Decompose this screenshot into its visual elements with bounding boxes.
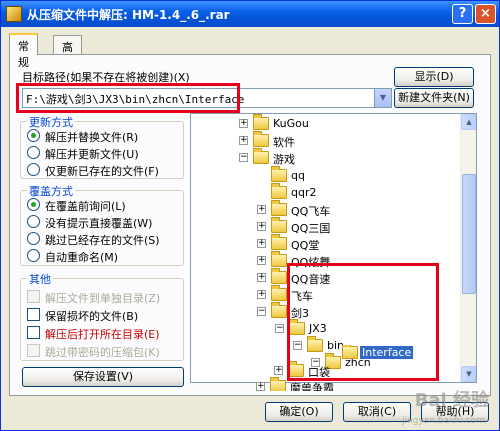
folder-icon (271, 285, 287, 301)
extract-dialog: 从压缩文件中解压: HM-1.4_.6_.rar ? × 常规 高级 目标路径(… (0, 0, 500, 431)
destination-label: 目标路径(如果不存在将被创建)(X) (22, 71, 190, 84)
misc-group: 其他 解压文件到单独目录(Z) 保留损坏的文件(B) 解压后打开所在目录(E) … (20, 271, 184, 361)
scroll-down-icon[interactable]: ▼ (461, 366, 476, 382)
folder-tree-content: + KuGou + 软件 − 游戏 qq qqr2 + QQ飞车 + QQ三国 + QQ堂 … (239, 114, 371, 369)
misc-title: 其他 (27, 271, 53, 287)
radio-icon[interactable] (27, 129, 40, 142)
folder-icon (271, 251, 287, 267)
folder-icon (271, 200, 287, 216)
close-button[interactable]: × (475, 4, 496, 24)
checkbox-icon[interactable] (27, 308, 40, 321)
folder-icon (271, 183, 287, 199)
folder-icon (288, 361, 304, 377)
folder-icon (253, 131, 269, 147)
folder-icon (271, 268, 287, 284)
folder-icon (289, 319, 305, 335)
new-folder-button[interactable]: 新建文件夹(N) (394, 88, 474, 108)
checkbox-icon[interactable] (27, 326, 40, 339)
update-mode-group: 更新方式 解压并替换文件(R) 解压并更新文件(U) 仅更新已存在的文件(F) (20, 114, 184, 179)
folder-icon (271, 166, 287, 182)
folder-icon (271, 302, 287, 318)
folder-icon (253, 148, 269, 164)
update-mode-title: 更新方式 (27, 114, 75, 130)
help-title-button[interactable]: ? (452, 4, 473, 24)
radio-icon[interactable] (27, 215, 40, 228)
radio-icon[interactable] (27, 198, 40, 211)
title-bar[interactable]: 从压缩文件中解压: HM-1.4_.6_.rar ? × (1, 1, 499, 27)
folder-icon (253, 114, 269, 130)
scroll-up-icon[interactable]: ▲ (461, 114, 476, 130)
radio-icon[interactable] (27, 146, 40, 159)
watermark-logo: Bai 经验 (414, 390, 489, 411)
ok-button[interactable]: 确定(O) (265, 402, 333, 422)
destination-path-combobox[interactable]: F:\游戏\剑3\JX3\bin\zhcn\Interface ▼ (22, 88, 392, 108)
tree-vertical-scrollbar[interactable]: ▲ ▼ (460, 114, 476, 382)
folder-icon (271, 234, 287, 250)
folder-tree[interactable]: + KuGou + 软件 − 游戏 qq qqr2 + QQ飞车 + QQ三国 + QQ堂 … (190, 113, 477, 383)
overwrite-mode-group: 覆盖方式 在覆盖前询问(L) 没有提示直接覆盖(W) 跳过已经存在的文件(S) … (20, 183, 184, 266)
radio-icon[interactable] (27, 249, 40, 262)
show-button[interactable]: 显示(D) (394, 67, 474, 87)
winrar-icon (6, 6, 22, 22)
checkbox-icon[interactable] (27, 344, 40, 357)
window-title: 从压缩文件中解压: HM-1.4_.6_.rar (27, 8, 230, 22)
tree-overflow-rows: Interface + 口袋 + 魔兽争霸 (256, 345, 414, 391)
open-folder-icon (342, 345, 358, 359)
folder-icon (271, 217, 287, 233)
tab-advanced[interactable]: 高级 (53, 35, 82, 70)
cancel-button[interactable]: 取消(C) (343, 402, 411, 422)
save-settings-button[interactable]: 保存设置(V) (22, 367, 184, 387)
checkbox-icon[interactable] (27, 290, 40, 303)
radio-icon[interactable] (27, 232, 40, 245)
tab-general[interactable]: 常规 (9, 33, 38, 69)
radio-icon[interactable] (27, 163, 40, 176)
watermark-url: jingyan.baidu.com (401, 416, 485, 426)
scroll-thumb[interactable] (462, 174, 476, 294)
overwrite-mode-title: 覆盖方式 (27, 183, 75, 199)
destination-path-value: F:\游戏\剑3\JX3\bin\zhcn\Interface (26, 93, 245, 106)
folder-icon (270, 377, 286, 391)
chevron-down-icon[interactable]: ▼ (374, 89, 391, 107)
